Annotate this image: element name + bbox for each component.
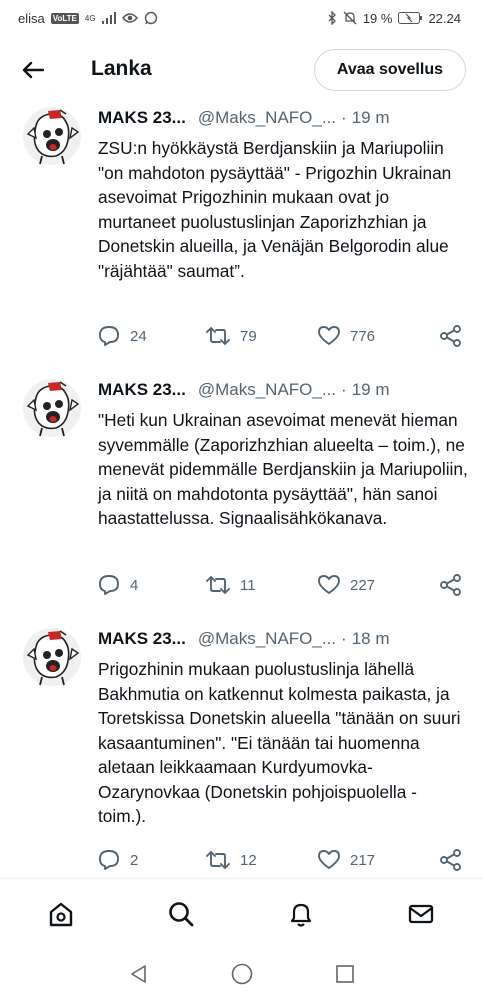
share-icon xyxy=(440,325,461,347)
back-button[interactable] xyxy=(18,56,48,84)
bell-icon xyxy=(290,903,312,927)
tweet-time[interactable]: 19 m xyxy=(352,108,390,128)
author-handle[interactable]: @Maks_NAFO_... xyxy=(198,108,336,128)
reply-icon xyxy=(99,326,119,346)
share-icon xyxy=(440,849,461,871)
retweet-count: 11 xyxy=(240,576,256,594)
status-bar: elisa VoLTE 4G 19 % 22.24 xyxy=(0,0,483,36)
retweet-count: 79 xyxy=(240,327,257,345)
tweet-actions: 24 79 776 xyxy=(98,321,466,351)
reply-count: 2 xyxy=(130,851,139,869)
share-icon xyxy=(440,574,461,596)
like-count: 217 xyxy=(350,851,376,869)
eye-icon xyxy=(121,13,138,23)
nav-home[interactable] xyxy=(44,897,78,931)
envelope-icon xyxy=(408,904,434,924)
bottom-nav xyxy=(0,878,483,948)
heart-icon xyxy=(318,850,340,869)
author-handle[interactable]: @Maks_NAFO_... xyxy=(198,629,336,649)
home-icon xyxy=(49,902,73,927)
reply-count: 24 xyxy=(130,327,147,345)
share-button[interactable] xyxy=(440,574,462,596)
reply-button[interactable]: 4 xyxy=(98,574,138,596)
tweet[interactable]: MAKS 23... @Maks_NAFO_... · 19 m ZSU:n h… xyxy=(0,106,483,361)
avatar[interactable] xyxy=(22,378,82,438)
nav-search[interactable] xyxy=(164,897,198,931)
tweet-header: MAKS 23... @Maks_NAFO_... · 19 m xyxy=(98,108,468,132)
tweet-header: MAKS 23... @Maks_NAFO_... · 19 m xyxy=(98,380,468,404)
share-button[interactable] xyxy=(440,325,462,347)
retweet-count: 12 xyxy=(240,851,257,869)
author-handle[interactable]: @Maks_NAFO_... xyxy=(198,380,336,400)
retweet-icon xyxy=(206,327,230,345)
tweet-time[interactable]: 18 m xyxy=(352,629,390,649)
whatsapp-icon xyxy=(144,11,157,25)
tweet-text: Prigozhinin mukaan puolustuslinja lähell… xyxy=(98,659,461,826)
avatar[interactable] xyxy=(22,627,82,687)
open-app-button[interactable]: Avaa sovellus xyxy=(313,49,466,91)
status-right: 19 % 22.24 xyxy=(327,11,461,26)
recents-square-icon xyxy=(336,965,354,983)
retweet-button[interactable]: 12 xyxy=(206,849,257,871)
like-button[interactable]: 776 xyxy=(318,326,375,346)
tweet-text: ZSU:n hyökkäystä Berdjanskiin ja Mariupo… xyxy=(98,138,452,281)
author-name[interactable]: MAKS 23... xyxy=(98,629,186,649)
tweet-actions: 4 11 227 xyxy=(98,570,466,600)
like-count: 776 xyxy=(350,327,376,345)
search-icon xyxy=(169,902,194,927)
tweet-text: "Heti kun Ukrainan asevoimat menevät hie… xyxy=(98,410,468,528)
reply-button[interactable]: 2 xyxy=(98,849,138,871)
page-title: Lanka xyxy=(91,57,152,80)
like-button[interactable]: 227 xyxy=(318,575,375,595)
time-separator: · xyxy=(341,108,347,127)
network-type: 4G xyxy=(84,13,96,23)
tweet-header: MAKS 23... @Maks_NAFO_... · 18 m xyxy=(98,629,468,653)
retweet-icon xyxy=(206,851,230,869)
reply-count: 4 xyxy=(130,576,139,594)
nav-messages[interactable] xyxy=(404,897,438,931)
like-count: 227 xyxy=(350,576,376,594)
system-home-button[interactable] xyxy=(230,962,254,986)
time-separator: · xyxy=(341,629,347,648)
status-left: elisa VoLTE 4G xyxy=(18,11,158,26)
tweet-actions: 2 12 217 xyxy=(98,845,466,875)
retweet-button[interactable]: 79 xyxy=(206,325,257,347)
home-circle-icon xyxy=(231,963,253,985)
thread-header: Lanka Avaa sovellus xyxy=(0,44,483,96)
reply-icon xyxy=(99,575,119,595)
system-back-button[interactable] xyxy=(127,962,151,986)
volte-badge: VoLTE xyxy=(50,12,79,24)
tweet[interactable]: MAKS 23... @Maks_NAFO_... · 19 m "Heti k… xyxy=(0,378,483,610)
author-name[interactable]: MAKS 23... xyxy=(98,380,186,400)
retweet-button[interactable]: 11 xyxy=(206,574,256,596)
back-triangle-icon xyxy=(131,965,146,983)
system-recents-button[interactable] xyxy=(333,962,357,986)
carrier-name: elisa xyxy=(18,10,45,26)
battery-icon xyxy=(398,12,423,24)
heart-icon xyxy=(318,326,340,345)
battery-percent: 19 % xyxy=(362,10,393,26)
reply-button[interactable]: 24 xyxy=(98,325,147,347)
avatar[interactable] xyxy=(22,106,82,166)
reply-icon xyxy=(99,850,119,870)
system-navigation xyxy=(0,948,483,1000)
signal-icon xyxy=(101,12,116,24)
tweet[interactable]: MAKS 23... @Maks_NAFO_... · 18 m Prigozh… xyxy=(0,627,483,885)
share-button[interactable] xyxy=(440,849,462,871)
arrow-left-icon xyxy=(22,61,44,79)
retweet-icon xyxy=(206,576,230,594)
heart-icon xyxy=(318,575,340,594)
nav-notifications[interactable] xyxy=(284,897,318,931)
bluetooth-icon xyxy=(328,11,336,25)
mute-icon xyxy=(343,11,357,25)
time-separator: · xyxy=(341,380,347,399)
author-name[interactable]: MAKS 23... xyxy=(98,108,186,128)
clock: 22.24 xyxy=(428,10,461,26)
tweet-time[interactable]: 19 m xyxy=(352,380,390,400)
like-button[interactable]: 217 xyxy=(318,850,375,870)
